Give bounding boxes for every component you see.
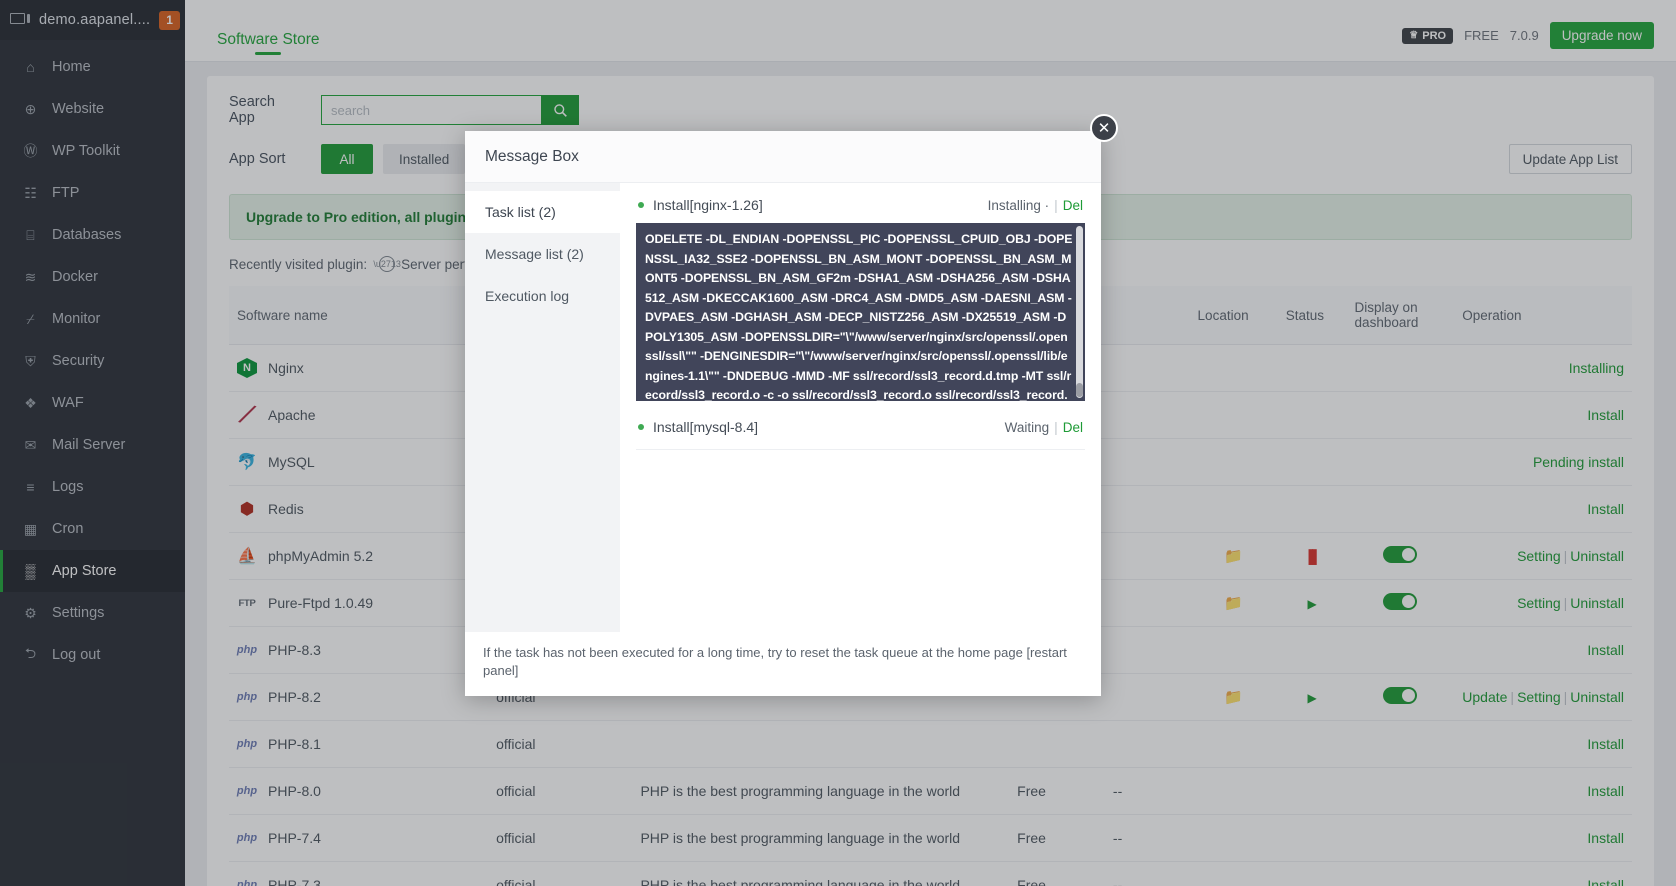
- dialog-nav-message-list[interactable]: Message list (2): [465, 233, 620, 275]
- dialog-title: Message Box: [465, 131, 1101, 183]
- status-dot-icon: [638, 202, 644, 208]
- log-scrollbar-thumb[interactable]: [1076, 383, 1083, 397]
- dialog-nav-execution-log[interactable]: Execution log: [465, 275, 620, 317]
- task-status: Installing ·: [987, 197, 1050, 213]
- footer-note-text: If the task has not been executed for a …: [483, 645, 1067, 678]
- task-separator: |: [1054, 419, 1058, 435]
- dialog-main: Install[nginx-1.26] Installing · | Del O…: [620, 183, 1101, 632]
- close-icon[interactable]: ✕: [1090, 114, 1118, 142]
- task-log-output[interactable]: ODELETE -DL_ENDIAN -DOPENSSL_PIC -DOPENS…: [636, 223, 1085, 401]
- dialog-nav: Task list (2) Message list (2) Execution l…: [465, 183, 620, 632]
- dialog-body: Task list (2) Message list (2) Execution l…: [465, 183, 1101, 632]
- task-row: Install[mysql-8.4] Waiting | Del: [636, 401, 1085, 450]
- message-box-dialog: ✕ Message Box Task list (2) Message list …: [465, 114, 1118, 696]
- task-name: Install[nginx-1.26]: [653, 197, 763, 213]
- task-separator: |: [1054, 197, 1058, 213]
- dialog-nav-task-list[interactable]: Task list (2): [465, 191, 620, 233]
- task-name: Install[mysql-8.4]: [653, 419, 759, 435]
- log-scrollbar-track[interactable]: [1076, 226, 1083, 398]
- task-log-text: ODELETE -DL_ENDIAN -DOPENSSL_PIC -DOPENS…: [645, 232, 1073, 401]
- task-row: Install[nginx-1.26] Installing · | Del: [636, 183, 1085, 223]
- task-delete-link[interactable]: Del: [1063, 420, 1083, 435]
- status-dot-icon: [638, 424, 644, 430]
- dialog-footer-note: If the task has not been executed for a …: [465, 632, 1101, 696]
- task-status: Waiting: [1004, 419, 1050, 435]
- task-delete-link[interactable]: Del: [1063, 198, 1083, 213]
- app-root: demo.aapanel.... 1 ⌂ Home ⊕ Website Ⓦ WP Tool…: [0, 0, 1676, 886]
